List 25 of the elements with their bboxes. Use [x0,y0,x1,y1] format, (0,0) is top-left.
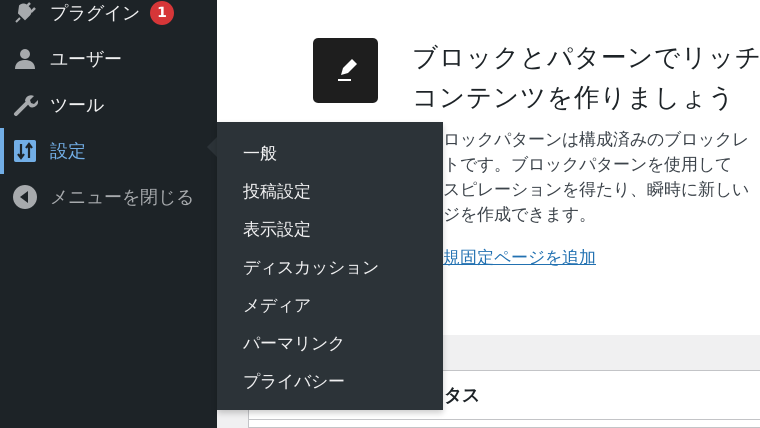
welcome-heading: ブロックとパターンでリッチ [412,42,760,75]
collapse-menu-button[interactable]: メニューを閉じる [0,174,217,220]
wrench-icon [12,92,38,118]
settings-icon [12,138,38,164]
sidebar-item[interactable]: プラグイン 1 [0,0,217,36]
submenu-item[interactable]: パーマリンク [217,324,443,362]
update-count: 1 [150,1,174,25]
welcome-text: ジを作成できます。 [443,204,597,227]
welcome-text: ロックパターンは構成済みのブロックレ [443,129,750,152]
welcome-text: スピレーションを得たり、瞬時に新しい [443,179,750,202]
submenu-item[interactable]: 一般 [217,134,443,172]
submenu-item[interactable]: 投稿設定 [217,172,443,210]
add-page-link[interactable]: 規固定ページを追加 [443,246,596,269]
collapse-icon [12,184,38,210]
card-title: タス [444,384,480,407]
user-icon [12,46,38,72]
sidebar-item[interactable]: ユーザー [0,36,217,82]
submenu-item[interactable]: メディア [217,286,443,324]
edit-icon [313,38,378,103]
submenu-item[interactable]: 表示設定 [217,210,443,248]
submenu-item[interactable]: プライバシー [217,362,443,400]
welcome-heading: コンテンツを作りましょう [412,82,736,115]
sidebar-item[interactable]: ツール [0,82,217,128]
welcome-text: トです。ブロックパターンを使用して [443,154,733,177]
submenu-item[interactable]: ディスカッション [217,248,443,286]
